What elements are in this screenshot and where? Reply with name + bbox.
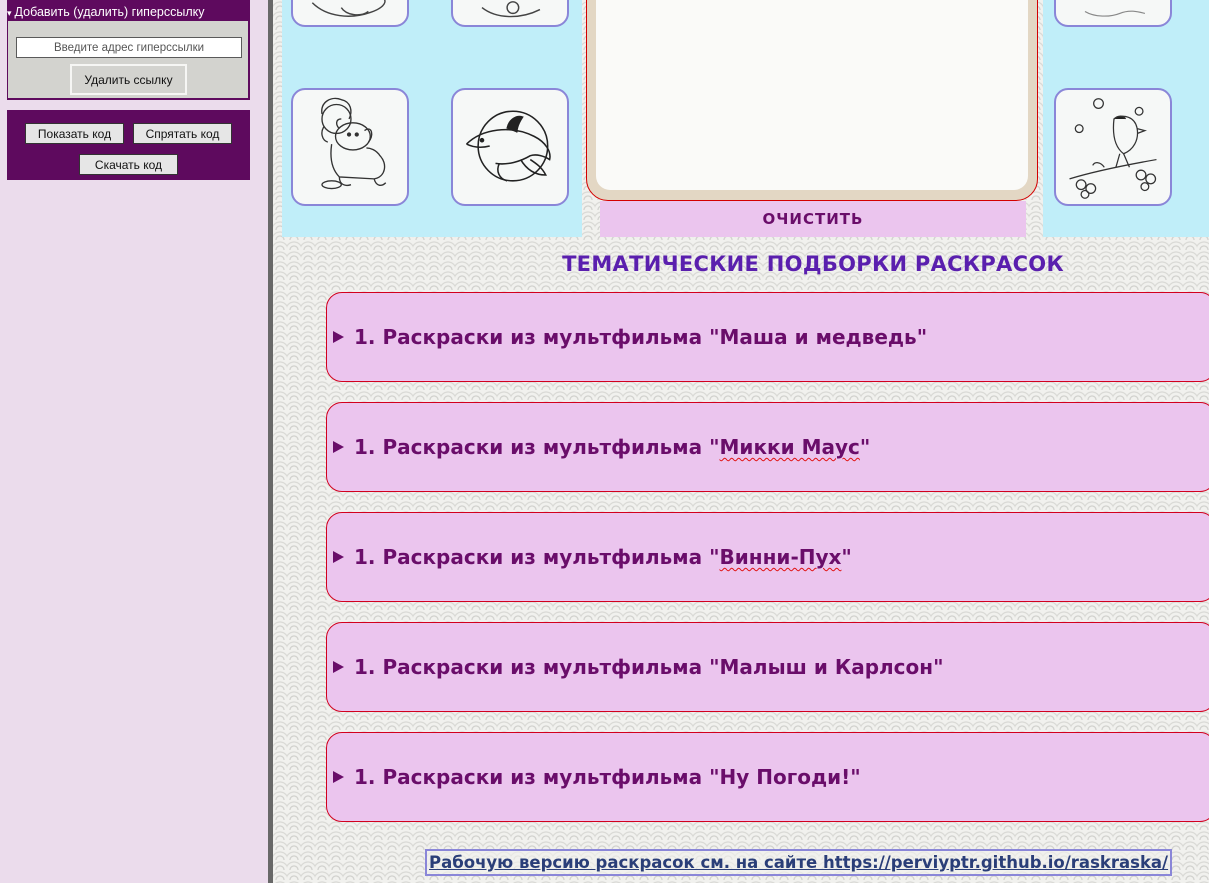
hyperlink-form: Удалить ссылку [8, 21, 248, 98]
thumbnail-cropped-1[interactable] [291, 0, 409, 27]
bullfinch-on-branch-icon [1069, 98, 1157, 199]
main-content: ОЧИСТИТЬ ТЕМАТИЧЕСКИЕ ПОДБОРКИ РАСКРАСОК… [273, 0, 1209, 883]
line-drawing-icon [1084, 10, 1146, 17]
thumbnail-cropped-3[interactable] [1054, 0, 1172, 27]
accordion-label: 1. Раскраски из мультфильма "Микки Маус" [354, 435, 871, 459]
hyperlink-summary-label: Добавить (удалить) гиперссылку [14, 5, 205, 19]
thumbnail-column-left [282, 0, 582, 237]
drawing-canvas[interactable] [596, 0, 1028, 190]
line-drawing-icon [311, 0, 386, 17]
editor-sidebar: ▾Добавить (удалить) гиперссылку Удалить … [0, 0, 268, 883]
hyperlink-url-input[interactable] [16, 37, 242, 58]
collections-title: ТЕМАТИЧЕСКИЕ ПОДБОРКИ РАСКРАСОК [562, 252, 1064, 276]
thumbnail-dolphin[interactable] [451, 88, 569, 206]
accordion-label: 1. Раскраски из мультфильма "Ну Погоди!" [354, 765, 861, 789]
child-with-puppy-icon [321, 97, 387, 190]
accordion-label: 1. Раскраски из мультфильма "Винни-Пух" [354, 545, 852, 569]
code-panel: Показать код Спрятать код Скачать код [7, 110, 250, 180]
accordion-label: 1. Раскраски из мультфильма "Маша и медв… [354, 325, 928, 349]
accordion-item-masha[interactable]: 1. Раскраски из мультфильма "Маша и медв… [326, 292, 1209, 382]
expand-arrow-icon [333, 551, 344, 563]
expand-arrow-icon [333, 331, 344, 343]
show-code-button[interactable]: Показать код [25, 123, 124, 144]
hyperlink-summary-toggle[interactable]: ▾ Добавить (удалить) гиперссылку [7, 4, 250, 20]
hide-code-button[interactable]: Спрятать код [133, 123, 232, 144]
expand-arrow-icon [333, 771, 344, 783]
expand-arrow-icon [333, 441, 344, 453]
accordion-item-winnie[interactable]: 1. Раскраски из мультфильма "Винни-Пух" [326, 512, 1209, 602]
accordion-item-nu-pogodi[interactable]: 1. Раскраски из мультфильма "Ну Погоди!" [326, 732, 1209, 822]
working-version-link[interactable]: Рабочую версию раскрасок см. на сайте ht… [425, 849, 1173, 876]
accordion-label: 1. Раскраски из мультфильма "Малыш и Кар… [354, 655, 944, 679]
expand-arrow-icon [333, 661, 344, 673]
dolphin-icon [465, 110, 551, 182]
thumbnail-cropped-2[interactable] [451, 0, 569, 27]
drawing-canvas-frame [586, 0, 1038, 201]
download-code-button[interactable]: Скачать код [79, 154, 178, 175]
accordion-item-mickey[interactable]: 1. Раскраски из мультфильма "Микки Маус" [326, 402, 1209, 492]
line-drawing-icon [481, 1, 541, 18]
thumbnail-column-right [1043, 0, 1209, 237]
thumbnail-child-with-puppy[interactable] [291, 88, 409, 206]
disclosure-triangle-icon: ▾ [7, 8, 12, 18]
hyperlink-panel: ▾Добавить (удалить) гиперссылку Удалить … [7, 0, 250, 100]
delete-link-button[interactable]: Удалить ссылку [70, 64, 187, 95]
thumbnail-bullfinch[interactable] [1054, 88, 1172, 206]
clear-canvas-button[interactable]: ОЧИСТИТЬ [600, 201, 1026, 237]
accordion-item-karlsson[interactable]: 1. Раскраски из мультфильма "Малыш и Кар… [326, 622, 1209, 712]
